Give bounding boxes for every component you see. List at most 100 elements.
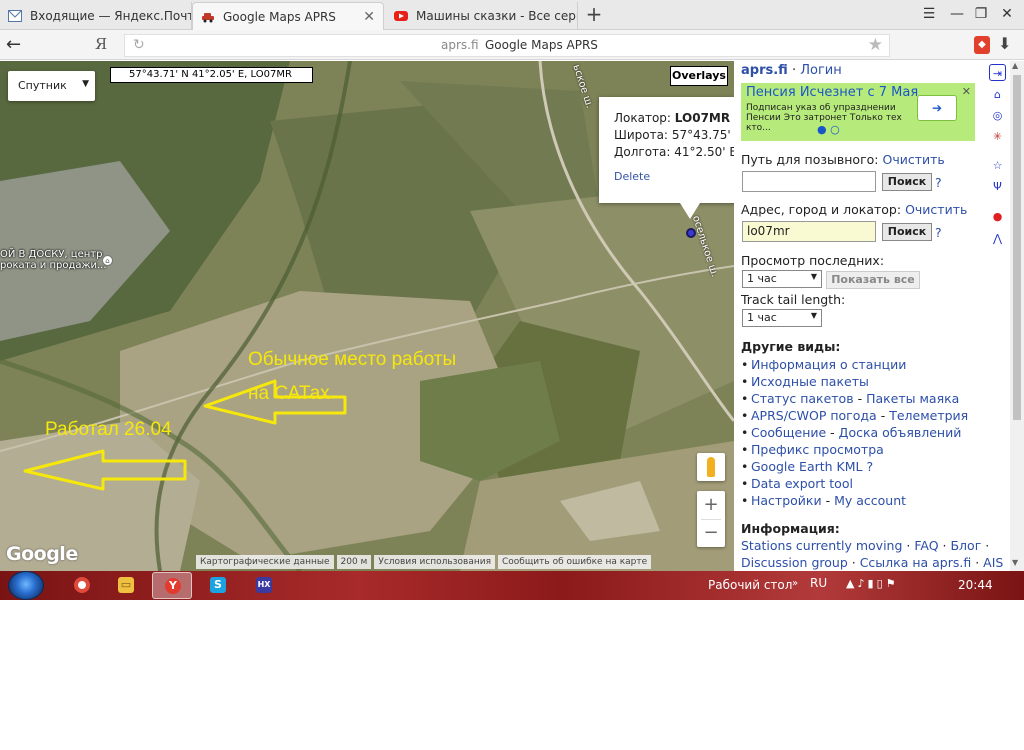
brand-link[interactable]: aprs.fi [741, 63, 788, 78]
url-host: aprs.fi [441, 38, 479, 52]
view-link[interactable]: Статус пакетов [751, 391, 854, 406]
language-indicator[interactable]: RU [810, 576, 827, 590]
volume-icon[interactable]: ♪ [857, 577, 867, 590]
restore-icon[interactable]: ❐ [970, 4, 992, 24]
callsign-input[interactable] [742, 171, 876, 192]
close-window-icon[interactable]: ✕ [996, 4, 1018, 24]
help-link[interactable]: ? [935, 175, 942, 190]
new-tab-button[interactable]: + [584, 3, 604, 27]
view-link[interactable]: Google Earth KML ? [751, 459, 873, 474]
ad-pager-icon[interactable]: ● ○ [817, 123, 840, 136]
zoom-in-button[interactable]: + [697, 491, 725, 519]
windows-taskbar: ▭ Y S HX Рабочий стол » RU ▲♪▮▯⚑ 20:44 [0, 571, 1024, 600]
minimize-icon[interactable]: — [946, 4, 968, 24]
view-link[interactable]: APRS/CWOP погода [751, 408, 877, 423]
weather-dot-icon[interactable]: ● [989, 208, 1006, 225]
view-link[interactable]: Исходные пакеты [751, 374, 869, 389]
clock[interactable]: 20:44 [958, 578, 993, 592]
info-link[interactable]: FAQ [914, 538, 938, 553]
mountain-icon[interactable]: ⋀ [989, 230, 1006, 247]
zoom-control: + − [697, 491, 725, 547]
satellite-map[interactable]: Спутник ▼ 57°43.71' N 41°2.05' E, LO07MR… [0, 61, 734, 571]
last-view-label: Просмотр последних: [741, 253, 885, 268]
view-link[interactable]: Пакеты маяка [866, 391, 959, 406]
ad-close-icon[interactable]: ✕ [962, 85, 971, 98]
scroll-down-icon[interactable]: ▼ [1012, 558, 1018, 567]
view-link[interactable]: Настройки [751, 493, 822, 508]
download-icon[interactable]: ⬇ [998, 34, 1011, 53]
extension-shield-icon[interactable]: ◆ [974, 36, 990, 54]
info-link[interactable]: AIS [983, 555, 1003, 570]
address-bar-row: ← Я ↻ aprs.fi Google Maps APRS ★ [0, 30, 1024, 60]
view-link[interactable]: My account [834, 493, 906, 508]
info-link[interactable]: Блог [950, 538, 981, 553]
tab-google-maps-aprs[interactable]: Google Maps APRS ✕ [192, 2, 384, 30]
address-input[interactable]: lo07mr [742, 221, 876, 242]
taskbar-yandex-browser[interactable]: Y [152, 572, 192, 599]
scroll-up-icon[interactable]: ▲ [1012, 61, 1018, 70]
last-view-select[interactable]: 1 час ▼ [742, 270, 822, 288]
tab-title: Google Maps APRS [223, 9, 336, 24]
tail-length-select[interactable]: 1 час ▼ [742, 309, 822, 327]
start-button[interactable] [8, 571, 44, 600]
view-link[interactable]: Префикс просмотра [751, 442, 884, 457]
aprs-sidebar: aprs.fi · Логин Пенсия Исчезнет с 7 Мая … [734, 61, 1010, 571]
tab-yandex-mail[interactable]: Входящие — Яндекс.Почта [0, 2, 192, 30]
close-tab-icon[interactable]: ✕ [363, 9, 375, 25]
clear-address-link[interactable]: Очистить [905, 202, 967, 217]
clear-callsign-link[interactable]: Очистить [882, 152, 944, 167]
power-icon[interactable]: ▯ [877, 577, 886, 590]
terms-link[interactable]: Условия использования [374, 555, 495, 569]
view-link[interactable]: Телеметрия [889, 408, 968, 423]
info-link[interactable]: Ссылка на aprs.fi [860, 555, 972, 570]
list-item: Префикс просмотра [741, 442, 968, 459]
view-link[interactable]: Доска объявлений [839, 425, 962, 440]
antenna-icon[interactable]: ✳ [989, 128, 1006, 145]
advertisement[interactable]: Пенсия Исчезнет с 7 Мая Подписан указ об… [741, 83, 975, 141]
report-error-link[interactable]: Сообщить об ошибке на карте [497, 555, 652, 569]
ad-title[interactable]: Пенсия Исчезнет с 7 Мая [746, 85, 918, 100]
view-link[interactable]: Информация о станции [751, 357, 906, 372]
chrome-icon [74, 577, 90, 593]
taskbar-chrome[interactable] [62, 572, 102, 599]
sidebar-scrollbar[interactable]: ▲ ▼ [1010, 61, 1024, 571]
search-address-button[interactable]: Поиск [882, 223, 932, 241]
address-label: Адрес, город и локатор: [741, 202, 902, 217]
back-arrow-icon[interactable]: ← [6, 34, 21, 55]
taskbar-skype[interactable]: S [198, 572, 238, 599]
show-all-button[interactable]: Показать все [826, 271, 920, 289]
network-icon[interactable]: ▮ [868, 577, 877, 590]
url-field[interactable]: ↻ aprs.fi Google Maps APRS ★ [124, 34, 890, 57]
star-icon[interactable]: ☆ [989, 157, 1006, 174]
info-link[interactable]: Discussion group [741, 555, 848, 570]
bookmark-star-icon[interactable]: ★ [868, 35, 883, 55]
target-icon[interactable]: ◎ [989, 107, 1006, 124]
yandex-logo[interactable]: Я [95, 35, 107, 53]
info-section: Информация: Stations currently moving · … [741, 521, 1003, 571]
taskbar-app[interactable]: HX [244, 572, 284, 599]
list-item: Сообщение - Доска объявлений [741, 425, 968, 442]
view-link[interactable]: Data export tool [751, 476, 853, 491]
tower-icon[interactable]: Ψ [989, 178, 1006, 195]
map-data-link[interactable]: Картографические данные [196, 555, 334, 569]
zoom-out-button[interactable]: − [697, 519, 725, 547]
menu-icon[interactable]: ☰ [918, 4, 940, 24]
desktop-toolbar[interactable]: Рабочий стол [708, 578, 792, 592]
tab-youtube[interactable]: Машины сказки - Все серии [386, 2, 578, 30]
ad-arrow-button[interactable]: ➔ [917, 95, 957, 121]
taskbar-explorer[interactable]: ▭ [106, 572, 146, 599]
flag-icon[interactable]: ⚑ [886, 577, 899, 590]
home-icon[interactable]: ⌂ [989, 86, 1006, 103]
tray-up-icon[interactable]: ▲ [846, 577, 857, 590]
list-item: Информация о станции [741, 357, 968, 374]
search-callsign-button[interactable]: Поиск [882, 173, 932, 191]
login-arrow-icon[interactable]: ⇥ [989, 64, 1006, 81]
scrollbar-thumb[interactable] [1013, 75, 1021, 420]
help-link[interactable]: ? [935, 225, 942, 240]
street-view-pegman-icon[interactable] [697, 453, 725, 481]
info-link[interactable]: Stations currently moving [741, 538, 902, 553]
chevron-right-icon[interactable]: » [792, 578, 798, 589]
reload-icon[interactable]: ↻ [133, 37, 145, 53]
login-link[interactable]: Логин [800, 63, 842, 78]
view-link[interactable]: Сообщение [751, 425, 826, 440]
